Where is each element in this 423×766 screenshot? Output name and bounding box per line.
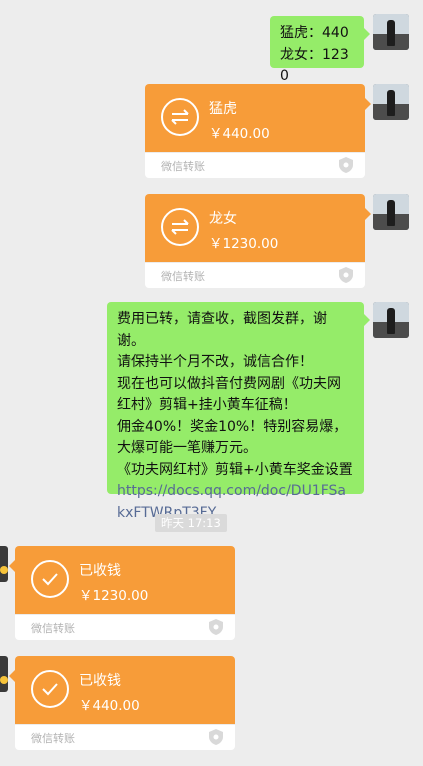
shield-icon [339,267,353,283]
transfer-card-footer: 微信转账 [145,262,365,288]
transfer-title: 猛虎 [209,101,237,117]
message-line: 请保持半个月不改，诚信合作！ [117,354,313,370]
docs-link[interactable]: https://docs.qq.com/doc/DU1FSakxFTWRpT3F… [117,481,354,524]
avatar[interactable] [373,84,409,120]
avatar[interactable] [373,302,409,338]
message-line: 猛虎：440 [280,25,349,41]
message-line: 费用已转，请查收，截图发群，谢谢。 [117,311,327,349]
transfer-card[interactable]: 已收钱 ￥440.00 微信转账 [9,656,235,750]
transfer-amount: ￥440.00 [79,698,140,714]
message-line: 《功夫网红村》剪辑+小黄车奖金设置 [117,461,353,478]
checkmark-icon [31,670,69,708]
bubble-arrow [364,314,370,326]
avatar-figure [387,20,395,46]
checkmark-icon [31,560,69,598]
transfer-arrows-icon [161,208,199,246]
transfer-amount: ￥1230.00 [209,236,279,252]
transfer-label: 微信转账 [161,270,205,283]
transfer-card[interactable]: 已收钱 ￥1230.00 微信转账 [9,546,235,640]
transfer-card[interactable]: 猛虎 ￥440.00 微信转账 [145,84,371,178]
avatar[interactable] [373,194,409,230]
transfer-card-footer: 微信转账 [15,614,235,640]
transfer-amount: ￥440.00 [209,126,270,142]
timestamp: 昨天 17:13 [155,514,227,532]
avatar-figure [387,90,395,116]
avatar[interactable] [0,546,8,582]
bubble-arrow [9,560,15,572]
message-bubble[interactable]: 猛虎：440 龙女：1230 [270,16,370,84]
bubble-arrow [364,28,370,40]
shield-icon [339,157,353,173]
bubble-arrow [365,208,371,220]
transfer-card[interactable]: 龙女 ￥1230.00 微信转账 [145,194,371,288]
avatar-figure [387,308,395,334]
avatar[interactable] [373,14,409,50]
message-line: 龙女：1230 [280,46,349,85]
transfer-title: 已收钱 [79,563,121,579]
transfer-label: 微信转账 [161,160,205,173]
transfer-title: 龙女 [209,211,237,227]
message-bubble[interactable]: 费用已转，请查收，截图发群，谢谢。 请保持半个月不改，诚信合作！ 现在也可以做抖… [107,302,370,521]
transfer-card-footer: 微信转账 [145,152,365,178]
bubble-arrow [9,670,15,682]
avatar-badge [0,566,8,574]
bubble-arrow [365,98,371,110]
avatar-badge [0,676,8,684]
shield-icon [209,729,223,745]
transfer-title: 已收钱 [79,673,121,689]
transfer-card-footer: 微信转账 [15,724,235,750]
transfer-label: 微信转账 [31,622,75,635]
shield-icon [209,619,223,635]
transfer-label: 微信转账 [31,732,75,745]
message-line: 现在也可以做抖音付费网剧《功夫网红村》剪辑+挂小黄车征稿！ [117,375,341,414]
avatar[interactable] [0,656,8,692]
transfer-arrows-icon [161,98,199,136]
transfer-amount: ￥1230.00 [79,588,149,604]
message-line: 佣金40%！奖金10%！特别容易爆，大爆可能一笔赚万元。 [117,418,348,457]
avatar-figure [387,200,395,226]
